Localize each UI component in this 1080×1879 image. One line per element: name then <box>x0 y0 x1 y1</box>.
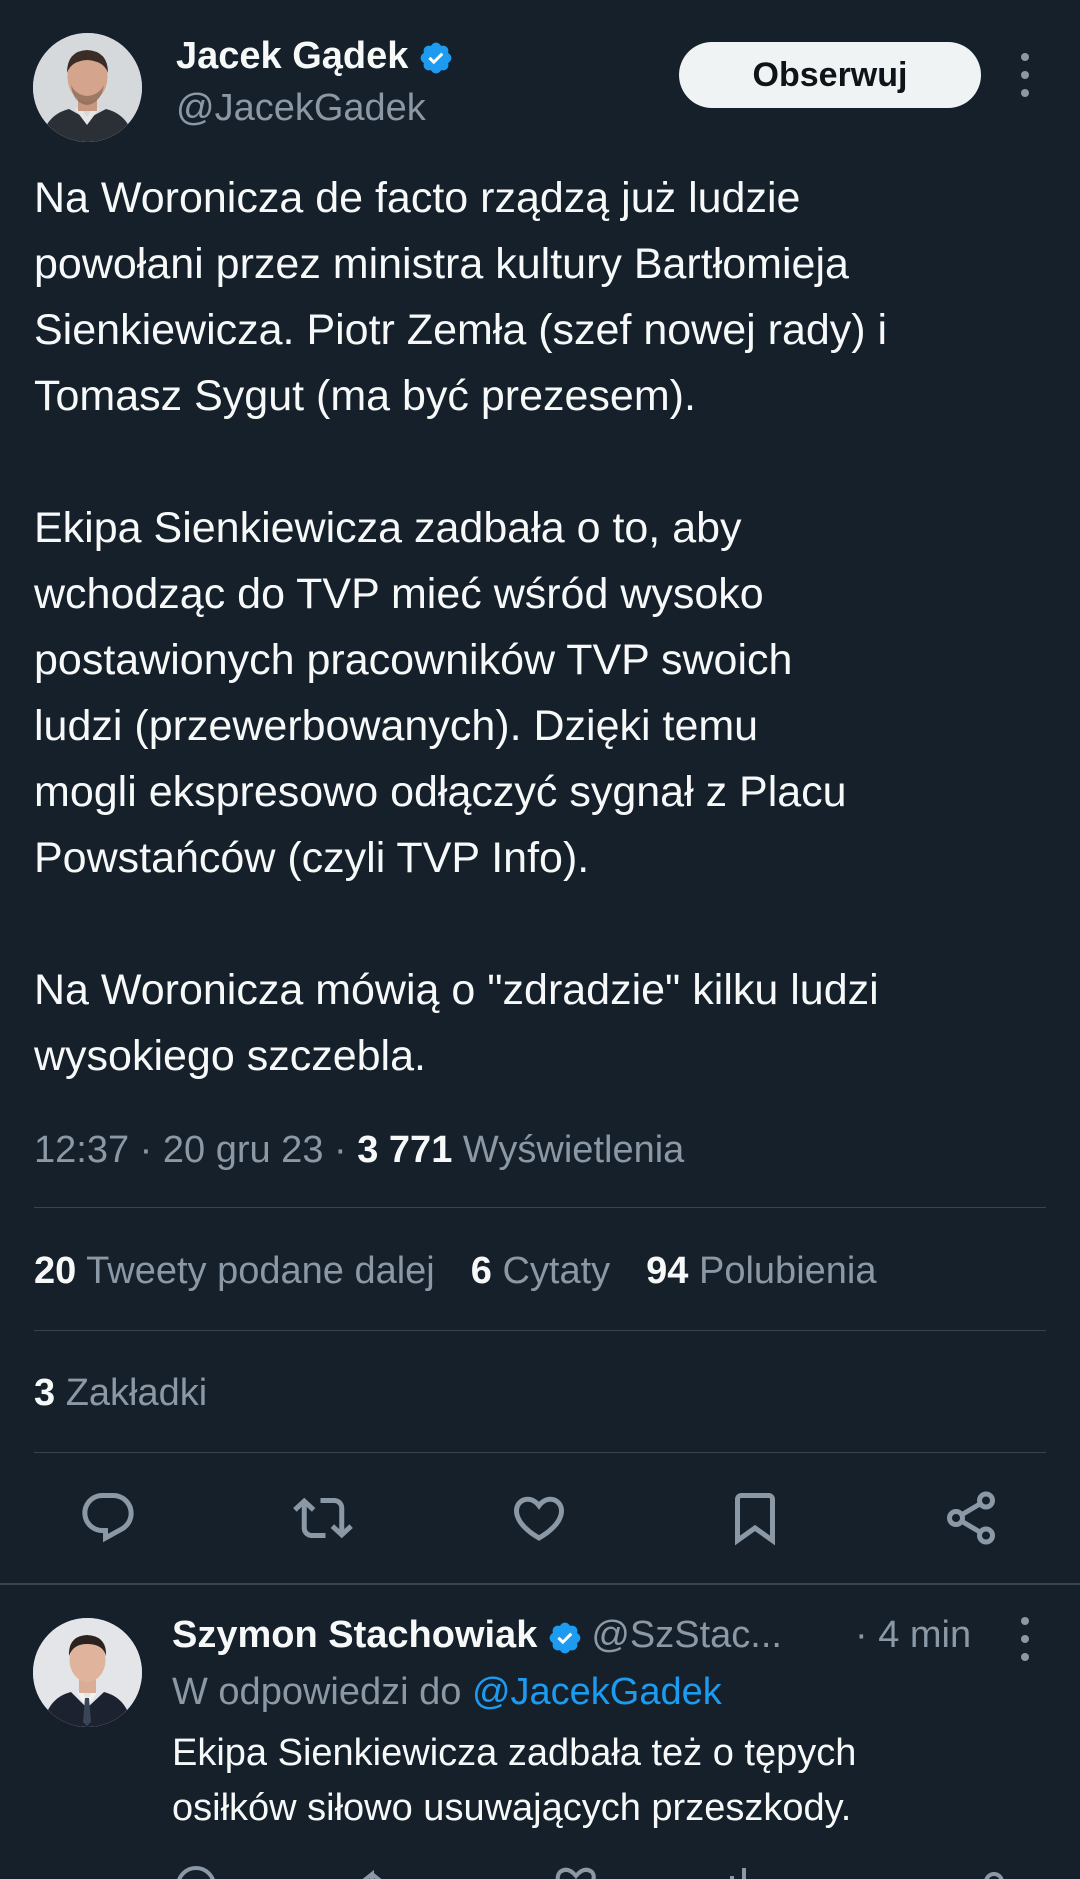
tweet-line: mogli ekspresowo odłączyć sygnał z Placu <box>34 768 847 816</box>
tweet-text: Na Woronicza de facto rządzą już ludzie … <box>34 165 1054 1089</box>
tweet-meta: 12:37 · 20 gru 23 · 3 771 Wyświetlenia <box>34 1123 684 1177</box>
retweets-stat[interactable]: 20 Tweety podane dalej <box>34 1244 435 1298</box>
reply-actions-bar <box>172 1862 1032 1879</box>
bookmark-icon[interactable] <box>725 1488 785 1548</box>
retweet-icon[interactable] <box>293 1488 353 1548</box>
tweet-line: Ekipa Sienkiewicza zadbała o to, aby <box>34 504 742 552</box>
author-handle[interactable]: @JacekGadek <box>176 84 426 132</box>
divider <box>34 1452 1046 1453</box>
views-label: Wyświetlenia <box>462 1129 685 1171</box>
likes-count: 94 <box>646 1250 689 1292</box>
tweet-line: wchodząc do TVP mieć wśród wysoko <box>34 570 764 618</box>
tweet-date[interactable]: 20 gru 23 <box>163 1129 324 1171</box>
bookmarks-stat[interactable]: 3 Zakładki <box>34 1366 207 1420</box>
tweet-line: ludzi (przewerbowanych). Dzięki temu <box>34 702 759 750</box>
divider <box>34 1207 1046 1208</box>
reply-views-icon <box>730 1868 746 1879</box>
verified-badge-icon[interactable] <box>418 38 454 74</box>
author-name-row[interactable]: Jacek Gądek <box>176 30 454 82</box>
section-divider <box>0 1583 1080 1585</box>
likes-stat[interactable]: 94 Polubienia <box>646 1244 876 1298</box>
reply-author-row[interactable]: Szymon Stachowiak @SzStac... <box>172 1608 782 1662</box>
views-count: 3 771 <box>357 1129 453 1171</box>
tweet-line: Na Woronicza mówią o "zdradzie" kilku lu… <box>34 966 879 1014</box>
likes-label: Polubienia <box>699 1250 877 1292</box>
quotes-count: 6 <box>470 1250 492 1292</box>
bookmarks-label: Zakładki <box>65 1372 208 1414</box>
reply-more-options-icon[interactable] <box>1013 1617 1037 1661</box>
bookmarks-count: 3 <box>34 1372 56 1414</box>
reply-author-name[interactable]: Szymon Stachowiak <box>172 1608 537 1662</box>
tweet-line: Powstańców (czyli TVP Info). <box>34 834 590 882</box>
quotes-label: Cytaty <box>502 1250 611 1292</box>
quotes-stat[interactable]: 6 Cytaty <box>471 1244 610 1298</box>
reply-line: Ekipa Sienkiewicza zadbała też o tępych <box>172 1732 857 1774</box>
replying-to-handle-link[interactable]: @JacekGadek <box>472 1671 722 1713</box>
reply-time[interactable]: · 4 min <box>855 1608 971 1662</box>
reply-retweet-icon <box>362 1869 382 1879</box>
more-options-icon[interactable] <box>1013 53 1037 97</box>
engagement-stats: 20 Tweety podane dalej 6 Cytaty 94 Polub… <box>34 1244 912 1298</box>
reply-line: osiłków siłowo usuwających przeszkody. <box>172 1787 852 1829</box>
reply-share-icon <box>984 1872 1004 1879</box>
follow-button[interactable]: Obserwuj <box>679 42 981 108</box>
tweet-line: postawionych pracowników TVP swoich <box>34 636 793 684</box>
verified-badge-icon[interactable] <box>547 1617 583 1654</box>
reply-icon[interactable] <box>78 1488 138 1548</box>
author-name[interactable]: Jacek Gądek <box>176 30 408 82</box>
reply-text: Ekipa Sienkiewicza zadbała też o tępych … <box>172 1726 1052 1836</box>
retweets-count: 20 <box>34 1250 77 1292</box>
like-icon[interactable] <box>509 1488 569 1548</box>
reply-reply-icon <box>177 1866 215 1879</box>
tweet-line: Sienkiewicza. Piotr Zemła (szef nowej ra… <box>34 306 888 354</box>
meta-separator: · <box>139 1129 153 1171</box>
reply-author-avatar[interactable] <box>33 1618 142 1727</box>
retweets-label: Tweety podane dalej <box>86 1250 435 1292</box>
tweet-line: wysokiego szczebla. <box>34 1032 426 1080</box>
author-avatar[interactable] <box>33 33 142 142</box>
reply-author-handle[interactable]: @SzStac... <box>591 1608 782 1662</box>
tweet-line: Tomasz Sygut (ma być prezesem). <box>34 372 696 420</box>
tweet-line: powołani przez ministra kultury Bartłomi… <box>34 240 849 288</box>
tweet-line: Na Woronicza de facto rządzą już ludzie <box>34 174 801 222</box>
share-icon[interactable] <box>941 1488 1001 1548</box>
reply-like-icon <box>555 1867 596 1879</box>
replying-to: W odpowiedzi do @JacekGadek <box>172 1665 722 1719</box>
divider <box>34 1330 1046 1331</box>
replying-to-label: W odpowiedzi do <box>172 1671 462 1713</box>
meta-separator: · <box>334 1129 347 1171</box>
tweet-time[interactable]: 12:37 <box>34 1129 129 1171</box>
